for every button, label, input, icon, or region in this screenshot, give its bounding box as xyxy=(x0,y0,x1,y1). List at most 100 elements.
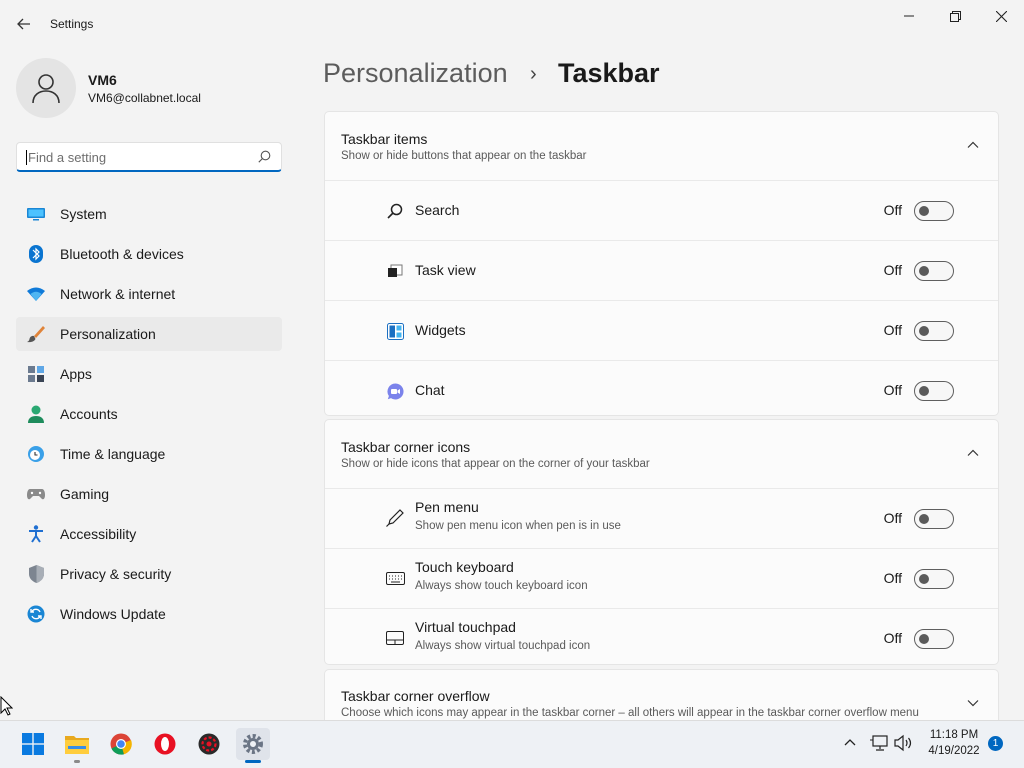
setting-label: Touch keyboard xyxy=(415,559,514,575)
minimize-icon xyxy=(904,15,914,17)
opera-icon xyxy=(154,733,176,755)
chrome-button[interactable] xyxy=(104,728,138,760)
toggle-state-text: Off xyxy=(883,322,902,338)
sidebar-item-label: Windows Update xyxy=(60,606,166,622)
settings-taskbar-button[interactable] xyxy=(236,728,270,763)
volume-icon xyxy=(894,734,912,752)
task-view-icon xyxy=(385,261,405,281)
section-header-taskbar-items[interactable]: Taskbar items Show or hide buttons that … xyxy=(325,112,998,181)
sidebar-item-time-language[interactable]: Time & language xyxy=(16,437,282,471)
sidebar-item-accessibility[interactable]: Accessibility xyxy=(16,517,282,551)
sidebar-item-label: System xyxy=(60,206,107,222)
touch-keyboard-toggle[interactable] xyxy=(914,569,954,589)
sidebar-item-windows-update[interactable]: Windows Update xyxy=(16,597,282,631)
search-icon[interactable] xyxy=(258,150,271,163)
sidebar-item-gaming[interactable]: Gaming xyxy=(16,477,282,511)
sidebar-item-label: Privacy & security xyxy=(60,566,172,582)
setting-label: Chat xyxy=(415,382,445,398)
active-indicator xyxy=(245,760,261,763)
toggle-knob xyxy=(919,386,929,396)
network-tray-button[interactable] xyxy=(870,734,890,757)
maximize-button[interactable] xyxy=(932,0,978,32)
chevron-up-icon xyxy=(844,739,856,746)
accessibility-icon xyxy=(27,525,45,543)
back-button[interactable] xyxy=(12,12,36,36)
search-toggle[interactable] xyxy=(914,201,954,221)
opera-button[interactable] xyxy=(148,728,182,760)
section-header-corner-icons[interactable]: Taskbar corner icons Show or hide icons … xyxy=(325,420,998,489)
breadcrumb-parent-link[interactable]: Personalization xyxy=(323,58,508,89)
toggle-state-text: Off xyxy=(883,382,902,398)
windows-update-icon xyxy=(27,605,45,623)
chevron-up-icon[interactable] xyxy=(966,138,980,152)
sidebar-item-label: Accessibility xyxy=(60,526,137,542)
search-box[interactable] xyxy=(16,142,282,172)
sidebar-item-label: Gaming xyxy=(60,486,110,502)
section-subtitle: Show or hide icons that appear on the co… xyxy=(341,458,650,470)
widgets-icon xyxy=(385,321,405,341)
bluetooth-icon xyxy=(27,245,45,263)
taskbar-items-section: Taskbar items Show or hide buttons that … xyxy=(324,111,999,416)
clock-date[interactable]: 4/19/2022 xyxy=(926,745,982,757)
app-title: Settings xyxy=(50,17,94,31)
sidebar-item-label: Time & language xyxy=(60,446,166,462)
widgets-toggle[interactable] xyxy=(914,321,954,341)
show-hidden-icons-button[interactable] xyxy=(842,734,858,755)
start-icon xyxy=(22,733,44,755)
toggle-knob xyxy=(919,574,929,584)
setting-row-touch-keyboard: Touch keyboard Always show touch keyboar… xyxy=(325,549,998,609)
sidebar-item-label: Bluetooth & devices xyxy=(60,246,184,262)
pen-icon xyxy=(385,508,405,528)
user-email: VM6@collabnet.local xyxy=(88,91,201,105)
setting-row-search: Search Off xyxy=(325,181,998,241)
privacy-shield-icon xyxy=(27,565,45,583)
notification-badge[interactable]: 1 xyxy=(988,736,1003,751)
section-subtitle: Show or hide buttons that appear on the … xyxy=(341,150,587,162)
taskbar-app-button[interactable] xyxy=(192,728,226,760)
network-icon xyxy=(27,285,45,303)
start-button[interactable] xyxy=(16,728,50,760)
sidebar-item-label: Apps xyxy=(60,366,92,382)
taskbar-corner-overflow-section[interactable]: Taskbar corner overflow Choose which ico… xyxy=(324,669,999,720)
sidebar-item-network[interactable]: Network & internet xyxy=(16,277,282,311)
sidebar-item-accounts[interactable]: Accounts xyxy=(16,397,282,431)
user-name: VM6 xyxy=(88,72,117,88)
pen-menu-toggle[interactable] xyxy=(914,509,954,529)
chevron-down-icon[interactable] xyxy=(966,696,980,710)
chevron-up-icon[interactable] xyxy=(966,446,980,460)
minimize-button[interactable] xyxy=(886,0,932,32)
close-button[interactable] xyxy=(978,0,1024,32)
sidebar-item-personalization[interactable]: Personalization xyxy=(16,317,282,351)
sidebar-item-label: Personalization xyxy=(60,326,156,342)
accounts-icon xyxy=(27,405,45,423)
file-explorer-button[interactable] xyxy=(60,728,94,763)
setting-description: Always show virtual touchpad icon xyxy=(415,640,591,652)
toggle-knob xyxy=(919,634,929,644)
setting-label: Widgets xyxy=(415,322,466,338)
toggle-state-text: Off xyxy=(883,570,902,586)
virtual-touchpad-toggle[interactable] xyxy=(914,629,954,649)
avatar[interactable] xyxy=(16,58,76,118)
app-icon xyxy=(198,733,220,755)
sidebar-item-system[interactable]: System xyxy=(16,197,282,231)
toggle-knob xyxy=(919,206,929,216)
clock-time[interactable]: 11:18 PM xyxy=(926,729,982,741)
user-icon xyxy=(32,74,60,104)
time-language-icon xyxy=(27,445,45,463)
setting-row-chat: Chat Off xyxy=(325,361,998,415)
chat-toggle[interactable] xyxy=(914,381,954,401)
sidebar-item-apps[interactable]: Apps xyxy=(16,357,282,391)
toggle-state-text: Off xyxy=(883,202,902,218)
sidebar-item-bluetooth[interactable]: Bluetooth & devices xyxy=(16,237,282,271)
task-view-toggle[interactable] xyxy=(914,261,954,281)
search-icon xyxy=(385,201,405,221)
setting-label: Pen menu xyxy=(415,499,479,515)
section-title: Taskbar corner icons xyxy=(341,439,471,455)
close-icon xyxy=(995,10,1007,22)
volume-button[interactable] xyxy=(894,734,914,757)
search-input[interactable] xyxy=(26,149,250,166)
sidebar-item-privacy-security[interactable]: Privacy & security xyxy=(16,557,282,591)
setting-row-pen-menu: Pen menu Show pen menu icon when pen is … xyxy=(325,489,998,549)
setting-description: Show pen menu icon when pen is in use xyxy=(415,520,621,532)
chrome-icon xyxy=(110,733,132,755)
